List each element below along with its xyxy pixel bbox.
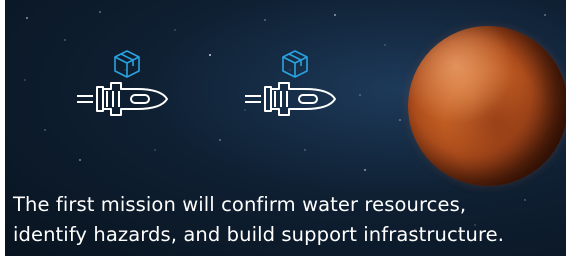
caption-line-1: The first mission will confirm water res…	[13, 193, 467, 216]
slide-frame: The first mission will confirm water res…	[0, 0, 571, 261]
cargo-box-icon	[114, 50, 140, 78]
rocket-ship-icon	[245, 82, 336, 116]
cargo-box-icon	[282, 50, 308, 78]
rocket-ship-2	[235, 45, 355, 135]
mission-slide: The first mission will confirm water res…	[5, 0, 566, 256]
mission-caption: The first mission will confirm water res…	[13, 190, 566, 250]
rocket-ship-1	[67, 45, 187, 135]
caption-line-2: identify hazards, and build support infr…	[13, 223, 505, 246]
mars-planet	[408, 26, 566, 186]
rocket-ship-icon	[77, 82, 168, 116]
